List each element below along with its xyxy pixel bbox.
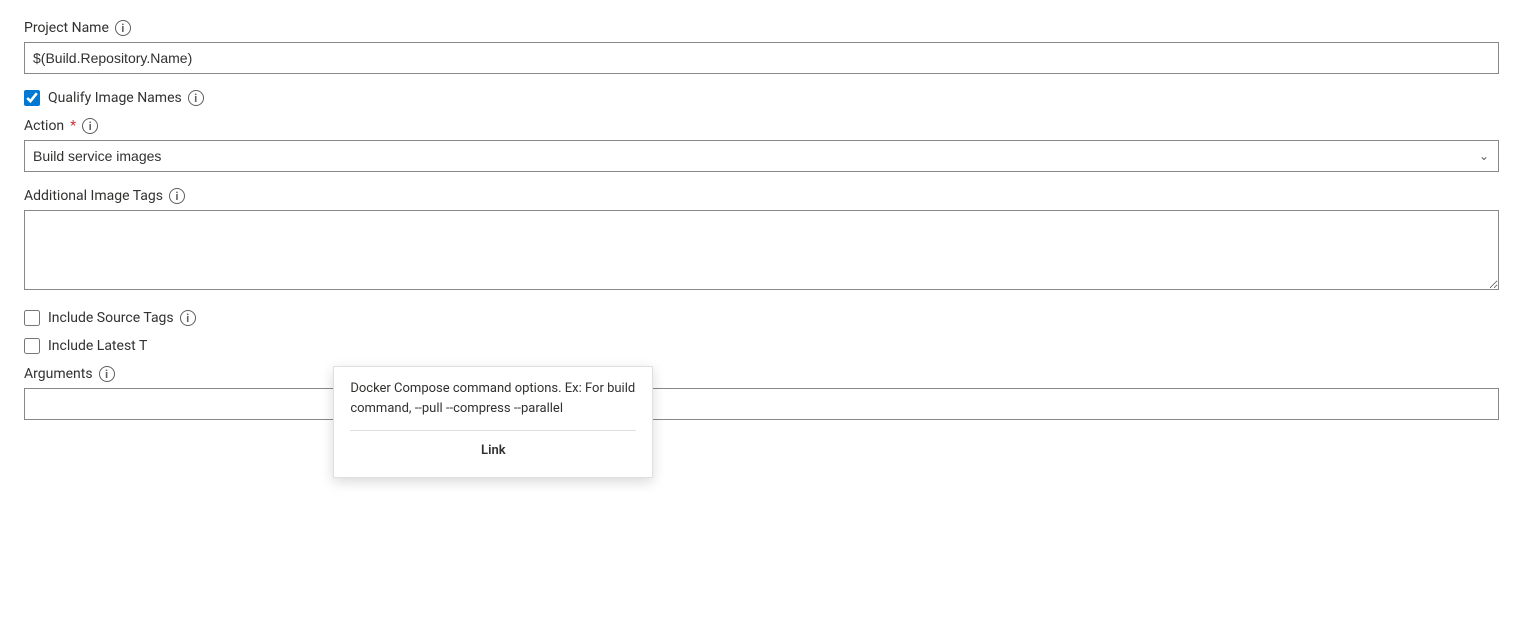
project-name-label-text: Project Name xyxy=(24,20,109,36)
project-name-input[interactable] xyxy=(24,42,1499,74)
include-latest-tag-checkbox[interactable] xyxy=(24,338,40,354)
qualify-image-names-label: Qualify Image Names i xyxy=(48,90,204,106)
additional-image-tags-info-icon[interactable]: i xyxy=(169,188,185,204)
action-select-wrapper: Build service images Push service images… xyxy=(24,140,1499,172)
project-name-section: Project Name i xyxy=(24,20,1499,74)
include-source-tags-label-text: Include Source Tags xyxy=(48,310,174,326)
arguments-tooltip-popup: Docker Compose command options. Ex: For … xyxy=(333,366,653,478)
include-latest-tag-label-text: Include Latest T xyxy=(48,338,147,354)
qualify-image-names-section: Qualify Image Names i xyxy=(24,90,1499,106)
action-label: Action * i xyxy=(24,118,1499,134)
action-select[interactable]: Build service images Push service images… xyxy=(24,140,1499,172)
qualify-image-names-label-text: Qualify Image Names xyxy=(48,90,182,106)
project-name-label: Project Name i xyxy=(24,20,1499,36)
qualify-image-names-info-icon[interactable]: i xyxy=(188,90,204,106)
tooltip-link[interactable]: Link xyxy=(350,430,636,465)
action-label-text: Action xyxy=(24,118,64,134)
arguments-label-row: Arguments i xyxy=(24,366,1499,382)
action-required-marker: * xyxy=(70,118,76,134)
include-latest-tag-section: Include Latest T Docker Compose command … xyxy=(24,338,1499,354)
action-info-icon[interactable]: i xyxy=(82,118,98,134)
additional-image-tags-label-text: Additional Image Tags xyxy=(24,188,163,204)
action-section: Action * i Build service images Push ser… xyxy=(24,118,1499,172)
include-source-tags-section: Include Source Tags i xyxy=(24,310,1499,326)
arguments-label-text: Arguments xyxy=(24,366,93,382)
project-name-info-icon[interactable]: i xyxy=(115,20,131,36)
arguments-input[interactable] xyxy=(24,388,1499,420)
tooltip-text: Docker Compose command options. Ex: For … xyxy=(350,379,636,418)
additional-image-tags-label: Additional Image Tags i xyxy=(24,188,1499,204)
additional-image-tags-section: Additional Image Tags i xyxy=(24,188,1499,294)
arguments-info-icon[interactable]: i xyxy=(99,366,115,382)
arguments-section: Arguments i xyxy=(24,366,1499,420)
additional-image-tags-input[interactable] xyxy=(24,210,1499,290)
include-source-tags-info-icon[interactable]: i xyxy=(180,310,196,326)
include-source-tags-label: Include Source Tags i xyxy=(48,310,196,326)
include-source-tags-checkbox[interactable] xyxy=(24,310,40,326)
include-latest-tag-label: Include Latest T Docker Compose command … xyxy=(48,338,153,354)
qualify-image-names-checkbox[interactable] xyxy=(24,90,40,106)
